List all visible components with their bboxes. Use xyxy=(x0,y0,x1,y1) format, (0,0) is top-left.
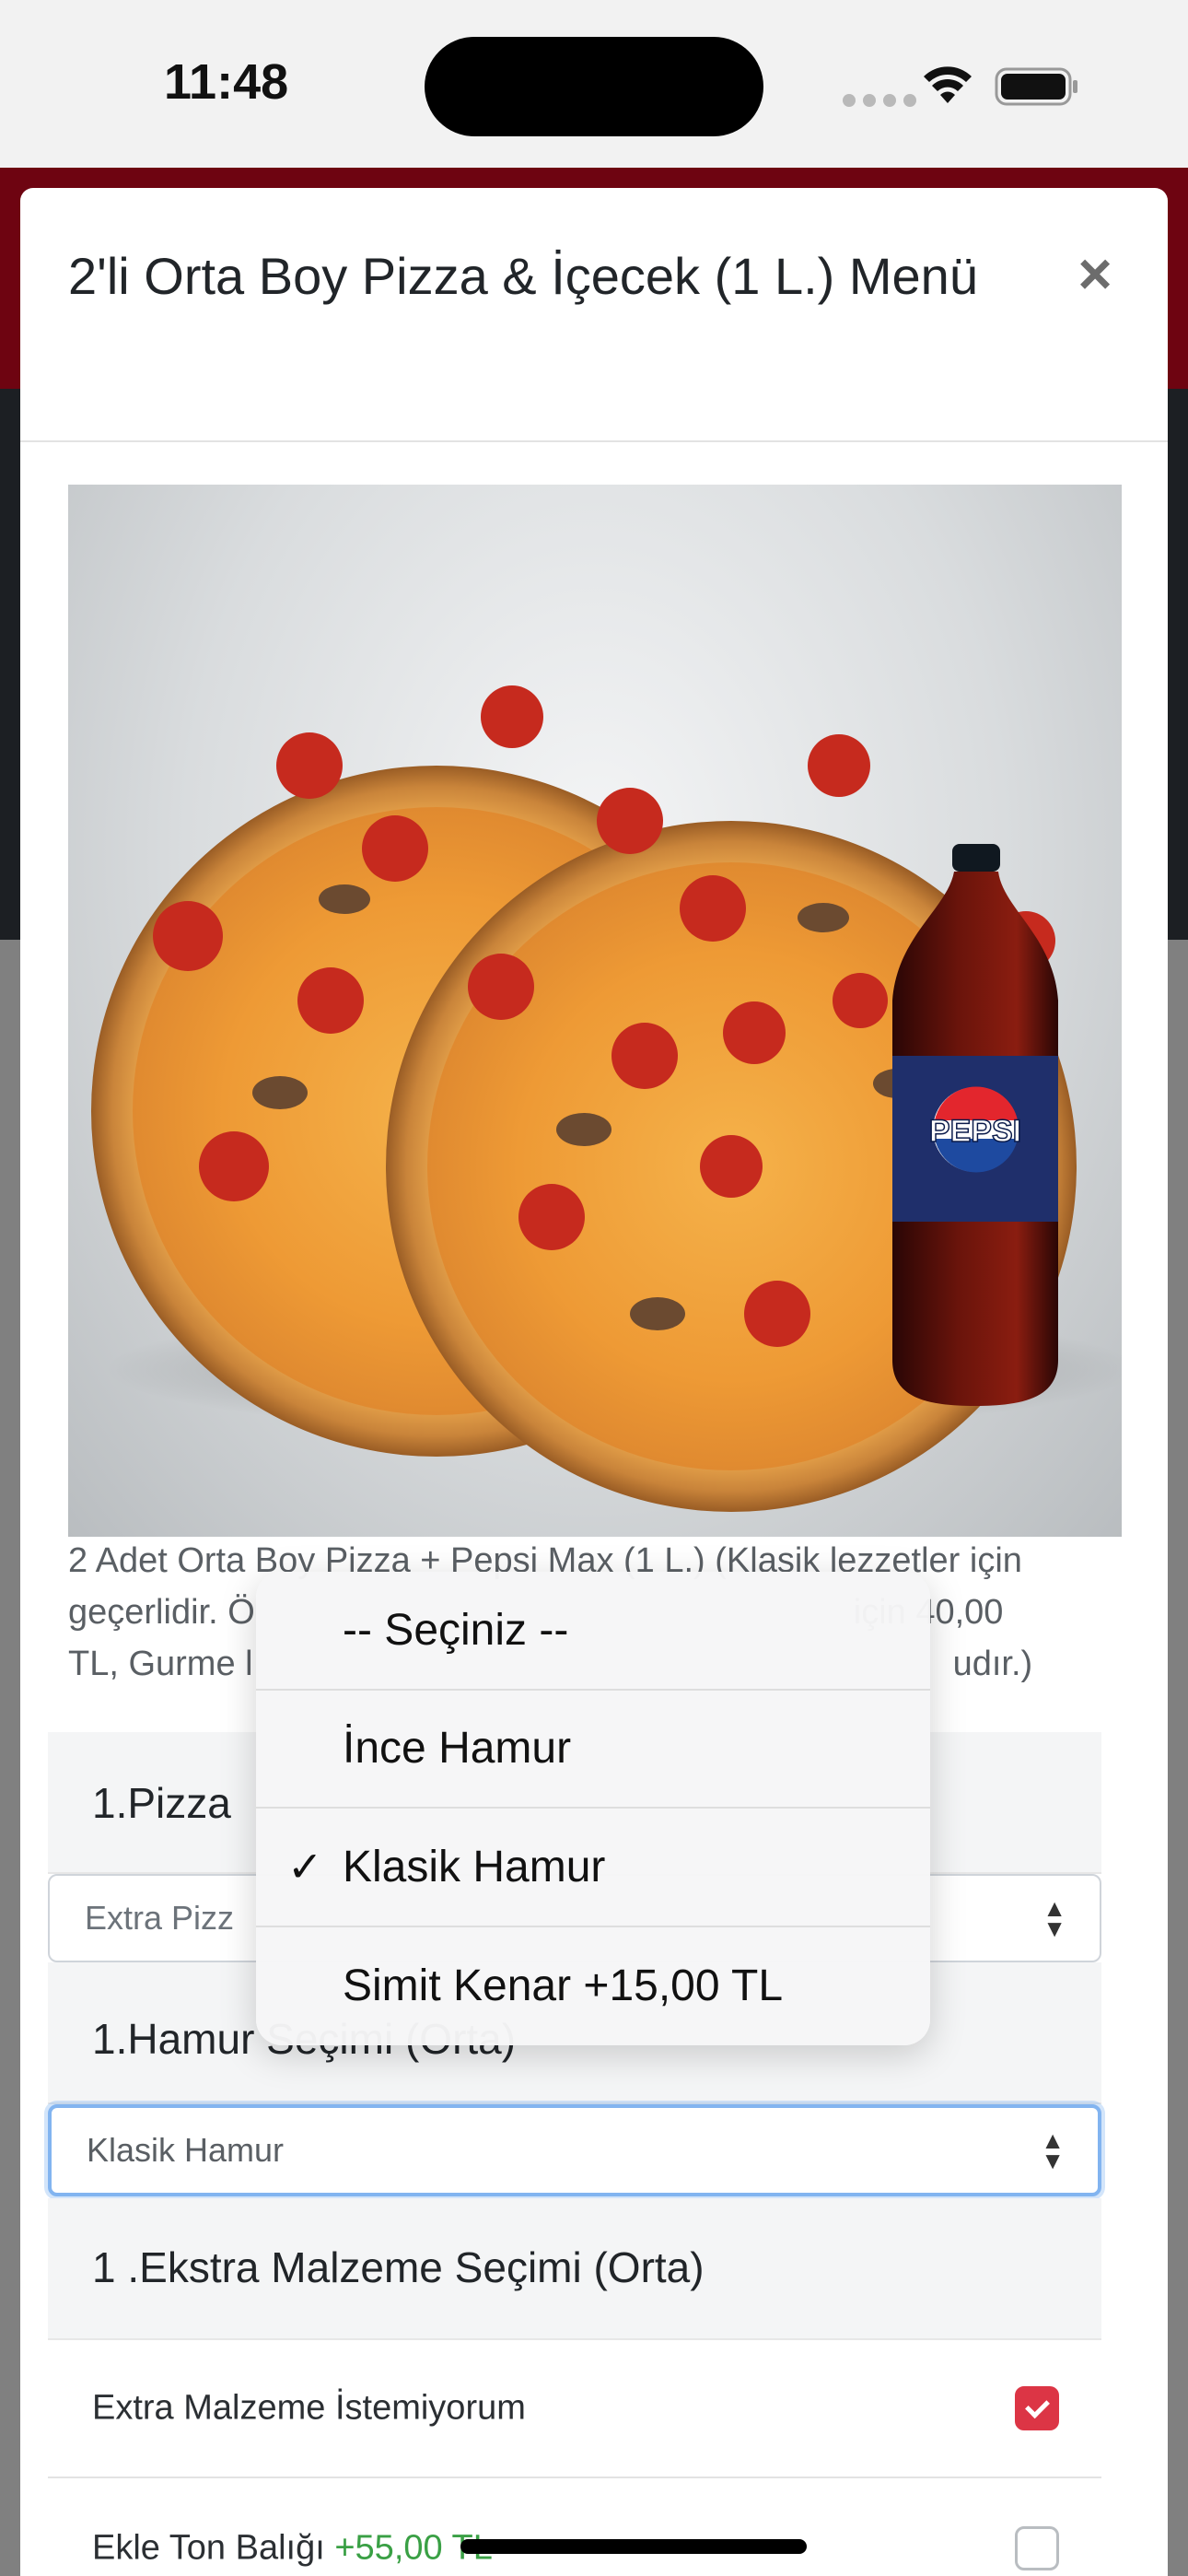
picker-option-label: Klasik Hamur xyxy=(343,1842,606,1891)
home-indicator[interactable] xyxy=(460,2539,807,2554)
extra-row-tuna[interactable]: Ekle Ton Balığı +55,00 TL xyxy=(48,2480,1101,2576)
status-time: 11:48 xyxy=(164,54,289,110)
modal-header: 2'li Orta Boy Pizza & İçecek (1 L.) Menü… xyxy=(20,188,1168,442)
description-line-3: TL, Gurme l xyxy=(68,1645,253,1683)
extra-label-none: Extra Malzeme İstemiyorum xyxy=(92,2388,526,2428)
pizza-illustration: PEPSI xyxy=(91,685,1122,1512)
dough-select-value: Klasik Hamur xyxy=(87,2131,285,2169)
picker-option-label: İnce Hamur xyxy=(343,1724,572,1774)
product-image: PEPSI xyxy=(68,485,1122,1537)
extra-row-none[interactable]: Extra Malzeme İstemiyorum xyxy=(48,2340,1101,2478)
modal-title: 2'li Orta Boy Pizza & İçecek (1 L.) Menü xyxy=(68,247,978,305)
dough-select[interactable]: Klasik Hamur ▲ ▼ xyxy=(48,2104,1101,2196)
picker-option-simit[interactable]: Simit Kenar +15,00 TL xyxy=(256,1927,930,2046)
description-line-2: geçerlidir. Ö xyxy=(68,1593,255,1632)
description-line-3-tail: udır.) xyxy=(952,1645,1033,1683)
checkmark-icon: ✓ xyxy=(287,1843,323,1891)
cellular-signal-icon xyxy=(843,94,916,107)
pizza-select-value: Extra Pizz xyxy=(85,1899,235,1937)
extras-section-header: 1 .Ekstra Malzeme Seçimi (Orta) xyxy=(48,2198,1101,2340)
dough-picker-dropdown: -- Seçiniz -- İnce Hamur ✓ Klasik Hamur … xyxy=(256,1572,930,2045)
extras-section-title: 1 .Ekstra Malzeme Seçimi (Orta) xyxy=(92,2243,705,2291)
close-button[interactable]: × xyxy=(1063,240,1127,307)
pizza-section-title: 1.Pizza xyxy=(92,1779,231,1827)
picker-option-label: -- Seçiniz -- xyxy=(343,1605,569,1655)
extra-checkbox-none[interactable] xyxy=(1015,2386,1059,2430)
extra-label-tuna-text: Ekle Ton Balığı xyxy=(92,2528,335,2568)
picker-option-default[interactable]: -- Seçiniz -- xyxy=(256,1572,930,1691)
select-updown-icon: ▲ ▼ xyxy=(1041,2126,1065,2174)
picker-option-thin[interactable]: İnce Hamur xyxy=(256,1691,930,1809)
extra-label-tuna: Ekle Ton Balığı +55,00 TL xyxy=(92,2529,493,2569)
picker-option-classic[interactable]: ✓ Klasik Hamur xyxy=(256,1809,930,1927)
picker-option-label: Simit Kenar +15,00 TL xyxy=(343,1961,784,2011)
extra-checkbox-tuna[interactable] xyxy=(1015,2526,1059,2570)
battery-icon xyxy=(995,67,1077,106)
select-updown-icon: ▲ ▼ xyxy=(1042,1894,1066,1942)
pepsi-logo-text: PEPSI xyxy=(929,1114,1021,1149)
dynamic-island xyxy=(425,37,763,136)
status-bar: 11:48 xyxy=(0,0,1188,168)
wifi-icon xyxy=(924,66,972,103)
